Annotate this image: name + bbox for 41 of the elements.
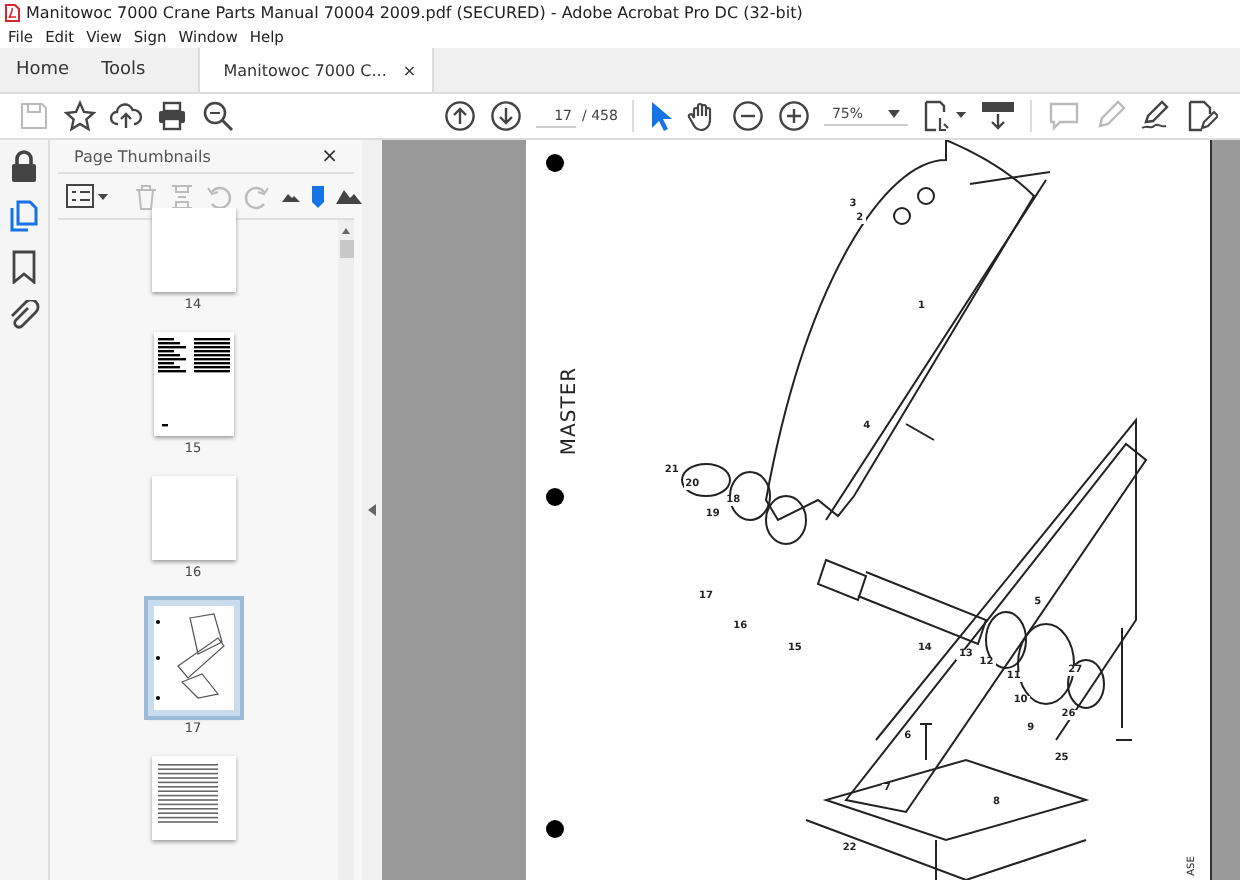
options-menu-icon[interactable] <box>66 184 110 208</box>
collapse-arrow-icon[interactable] <box>368 504 376 516</box>
hole-punch-mark <box>546 487 564 506</box>
page-thumbnail[interactable] <box>147 600 239 716</box>
star-icon[interactable] <box>64 100 96 132</box>
page-thumbnail[interactable] <box>151 756 235 840</box>
nav-tab[interactable]: Home <box>0 48 86 92</box>
scrollbar[interactable] <box>338 220 354 880</box>
document-tab[interactable]: Manitowoc 7000 C... × <box>197 48 435 92</box>
panel-title: Page Thumbnails <box>74 147 211 165</box>
print-icon[interactable] <box>156 100 188 132</box>
lock-icon[interactable] <box>8 150 40 184</box>
hole-punch-mark <box>546 820 564 839</box>
hole-punch-mark <box>546 154 564 173</box>
side-label: MASTER <box>559 366 582 456</box>
zoom-out-icon[interactable] <box>731 100 764 132</box>
arrow-down-circle-icon[interactable] <box>490 100 522 132</box>
edit-page-icon[interactable] <box>1185 100 1218 132</box>
large-mountains-icon[interactable] <box>336 188 362 204</box>
cursor-arrow-icon[interactable] <box>647 100 672 132</box>
paperclip-icon[interactable] <box>8 300 40 334</box>
page-thumbnail[interactable] <box>151 476 235 560</box>
window-title: Manitowoc 7000 Crane Parts Manual 70004 2009.pdf (SECURED) - Adobe Acrobat Pro DC (32-bit) <box>26 3 803 21</box>
cloud-upload-icon[interactable] <box>110 100 142 132</box>
page-thumbnail[interactable] <box>153 332 233 436</box>
close-icon[interactable]: × <box>321 145 338 167</box>
arrow-up-circle-icon[interactable] <box>444 100 476 132</box>
sign-icon[interactable] <box>1139 100 1172 132</box>
bookmark-icon[interactable] <box>8 250 40 284</box>
page-fit-icon[interactable] <box>921 100 966 132</box>
pages-icon[interactable] <box>8 200 40 234</box>
slider-thumb-icon[interactable] <box>312 185 324 207</box>
zoom-in-icon[interactable] <box>777 100 810 132</box>
page-thumbnail[interactable] <box>151 208 235 292</box>
caret-icon <box>887 110 900 118</box>
nav-tab[interactable]: Tools <box>85 48 162 92</box>
small-mountains-icon[interactable] <box>282 190 300 202</box>
zoom-search-icon[interactable] <box>202 100 234 132</box>
keyboard-down-icon[interactable] <box>979 100 1016 132</box>
pdf-file-icon <box>4 3 20 21</box>
close-icon[interactable]: × <box>402 61 417 79</box>
